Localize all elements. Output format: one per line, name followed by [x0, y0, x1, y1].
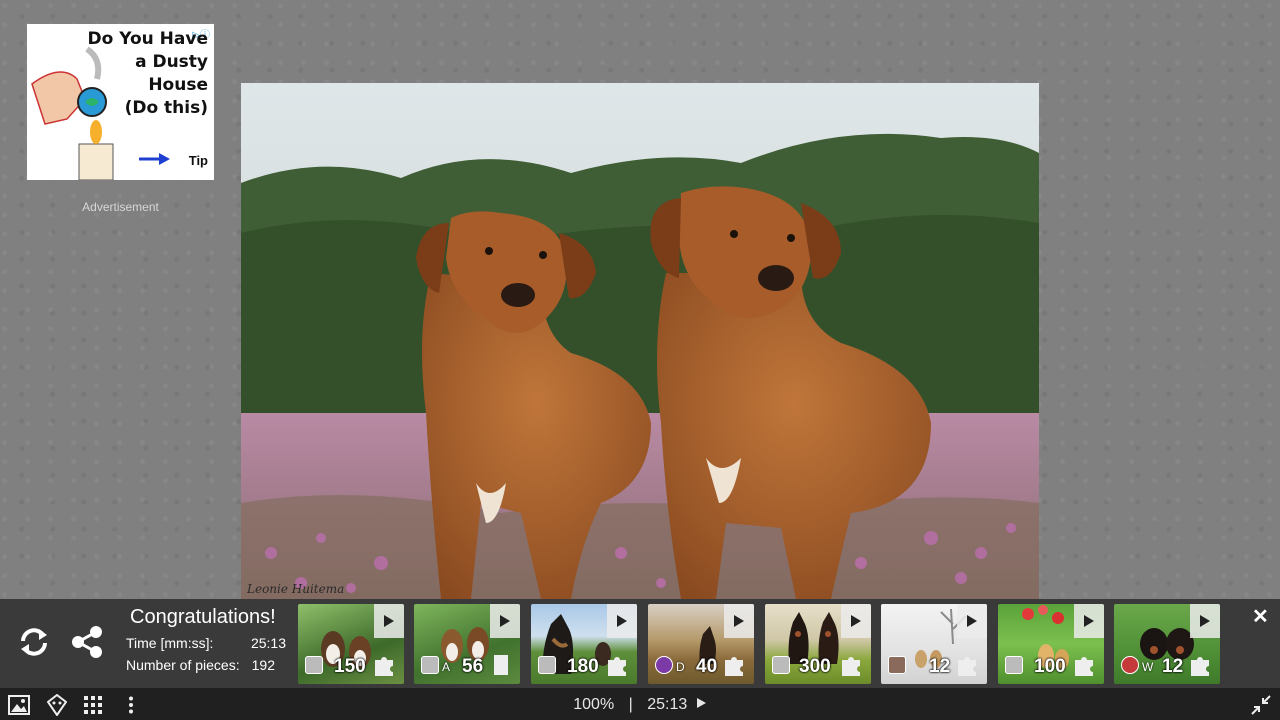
piece-shape-icon	[494, 655, 508, 675]
play-button[interactable]	[724, 604, 754, 638]
restart-button[interactable]	[14, 622, 54, 662]
ad-headline: Do You Have a Dusty House (Do this)	[87, 29, 208, 118]
author-avatar	[655, 656, 673, 674]
close-panel-button[interactable]: ✕	[1252, 604, 1269, 629]
piece-count: 12	[1162, 656, 1184, 677]
piece-count: 40	[696, 656, 718, 677]
puzzle-piece-icon	[842, 657, 860, 676]
author-letter: D	[676, 660, 685, 674]
play-icon	[1200, 615, 1210, 627]
play-icon	[851, 615, 861, 627]
suggested-puzzle[interactable]: 100	[998, 604, 1104, 684]
author-avatar	[1005, 656, 1023, 674]
play-icon	[1084, 615, 1094, 627]
puzzle-piece-icon	[725, 657, 743, 676]
piece-count: 56	[462, 656, 484, 677]
author-avatar	[421, 656, 439, 674]
author-letter: W	[1142, 660, 1154, 674]
author-avatar	[1121, 656, 1139, 674]
puzzle-piece-icon	[958, 657, 976, 676]
puzzle-piece-icon	[1075, 657, 1093, 676]
author-letter: A	[442, 660, 451, 674]
time-label: Time [mm:ss]:	[126, 635, 214, 651]
play-button[interactable]	[841, 604, 871, 638]
pieces-value: 192	[251, 657, 275, 673]
suggested-puzzle[interactable]: 150	[298, 604, 404, 684]
author-avatar	[772, 656, 790, 674]
arrow-right-icon	[139, 153, 170, 165]
suggested-puzzle[interactable]: W 12	[1114, 604, 1220, 684]
play-icon	[696, 698, 706, 708]
status-bar: 100% | 25:13	[0, 696, 1280, 714]
suggested-puzzle[interactable]: 180	[531, 604, 637, 684]
piece-count: 100	[1034, 656, 1066, 677]
pieces-label: Number of pieces:	[126, 657, 240, 673]
puzzle-piece-icon	[608, 657, 626, 676]
piece-count: 300	[799, 656, 831, 677]
status-separator: |	[628, 696, 633, 713]
play-pause-button[interactable]	[696, 696, 707, 714]
close-icon: ✕	[1252, 606, 1269, 628]
author-avatar	[305, 656, 323, 674]
puzzle-image[interactable]: Leonie Huitema	[241, 83, 1039, 599]
play-button[interactable]	[490, 604, 520, 638]
play-button[interactable]	[607, 604, 637, 638]
play-button[interactable]	[374, 604, 404, 638]
author-avatar	[888, 656, 906, 674]
piece-count: 12	[929, 656, 951, 677]
suggested-puzzle[interactable]: D 40	[648, 604, 754, 684]
piece-count: 180	[567, 656, 599, 677]
suggested-puzzle[interactable]: 12	[881, 604, 987, 684]
play-button[interactable]	[1190, 604, 1220, 638]
play-button[interactable]	[1074, 604, 1104, 638]
play-icon	[617, 615, 627, 627]
advertisement-label: Advertisement	[82, 200, 159, 214]
suggested-puzzle[interactable]: 300	[765, 604, 871, 684]
author-avatar	[538, 656, 556, 674]
elapsed-time: 25:13	[647, 696, 688, 713]
play-icon	[500, 615, 510, 627]
play-icon	[734, 615, 744, 627]
photo-signature: Leonie Huitema	[247, 582, 345, 596]
play-icon	[967, 615, 977, 627]
time-value: 25:13	[250, 635, 286, 651]
congratulations-title: Congratulations!	[130, 606, 276, 628]
puzzle-piece-icon	[375, 657, 393, 676]
restart-icon	[21, 628, 47, 656]
suggested-puzzle[interactable]: A 56	[414, 604, 520, 684]
play-button[interactable]	[957, 604, 987, 638]
play-icon	[384, 615, 394, 627]
share-button[interactable]	[67, 622, 107, 662]
puzzle-piece-icon	[1191, 657, 1209, 676]
ad-cta[interactable]: Tip	[189, 153, 208, 168]
share-icon	[72, 626, 102, 658]
zoom-level[interactable]: 100%	[573, 696, 614, 714]
exit-fullscreen-button[interactable]	[1250, 694, 1272, 716]
piece-count: 150	[334, 656, 366, 677]
puzzle-image-art	[241, 83, 1039, 599]
exit-fullscreen-icon	[1251, 695, 1271, 715]
advertisement[interactable]: ▷ⓘ Do You Have a Dusty House (Do this) T…	[27, 24, 214, 180]
